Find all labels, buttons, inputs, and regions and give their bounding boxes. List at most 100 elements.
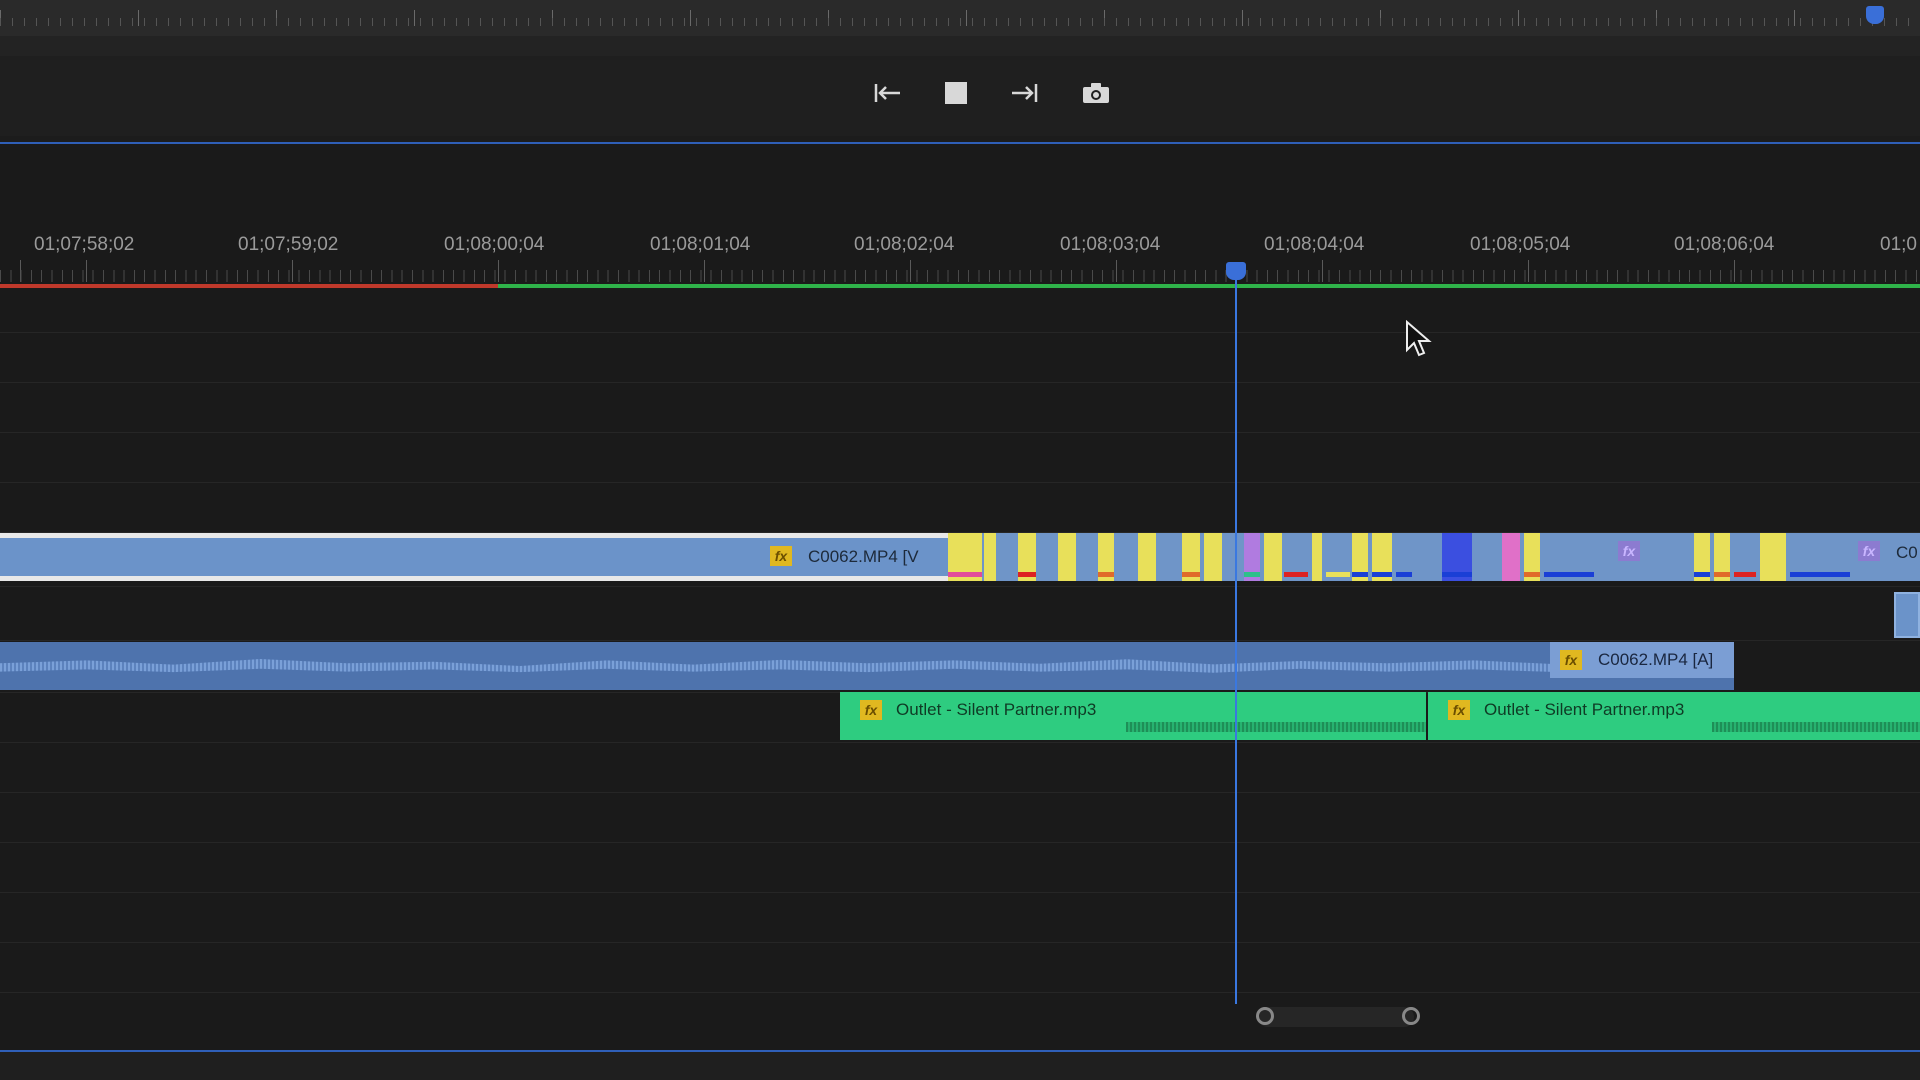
timecode-label: 01;07;58;02 bbox=[34, 234, 135, 255]
fx-badge: fx bbox=[1858, 541, 1880, 561]
timecode-label: 01;08;06;04 bbox=[1674, 234, 1775, 255]
clip-segment[interactable] bbox=[1058, 533, 1076, 581]
music-clip[interactable]: fx Outlet - Silent Partner.mp3 bbox=[840, 692, 1426, 740]
timecode-label: 01;07;59;02 bbox=[238, 234, 339, 255]
segment-marker bbox=[1396, 572, 1412, 577]
audio-clip-label: C0062.MP4 [A] bbox=[1598, 650, 1714, 669]
track-separator bbox=[0, 992, 1920, 993]
timecode-label: 01;08;02;04 bbox=[854, 234, 955, 255]
bottom-panel bbox=[0, 1052, 1920, 1080]
clip-segment[interactable] bbox=[1372, 533, 1392, 581]
clip-segment[interactable] bbox=[1396, 533, 1412, 581]
zoom-handle-left[interactable] bbox=[1256, 1007, 1274, 1025]
segment-marker bbox=[948, 572, 982, 577]
audio-waveform bbox=[1712, 722, 1920, 732]
clip-segment[interactable] bbox=[1352, 533, 1368, 581]
track-separator bbox=[0, 640, 1920, 641]
video-clip-label: C0 bbox=[1896, 543, 1918, 562]
fx-badge: fx bbox=[1448, 700, 1470, 720]
segment-marker bbox=[1442, 572, 1472, 577]
clip-segment[interactable] bbox=[1502, 533, 1520, 581]
camera-icon bbox=[1083, 83, 1109, 103]
timecode-label: 01;08;00;04 bbox=[444, 234, 545, 255]
go-to-in-icon bbox=[874, 84, 900, 102]
zoom-scrollbar[interactable] bbox=[1258, 1007, 1414, 1027]
clip-segment[interactable] bbox=[1442, 533, 1472, 581]
clip-segment[interactable] bbox=[1734, 533, 1756, 581]
playhead-handle[interactable] bbox=[1226, 262, 1246, 280]
segment-marker bbox=[1182, 572, 1200, 577]
go-to-out-icon bbox=[1012, 84, 1038, 102]
segment-marker bbox=[1694, 572, 1710, 577]
go-to-out-button[interactable] bbox=[1006, 78, 1042, 108]
clip-segment[interactable] bbox=[1694, 533, 1710, 581]
clip-segment[interactable] bbox=[1098, 533, 1114, 581]
clip-segment[interactable] bbox=[1326, 533, 1350, 581]
clip-segment[interactable] bbox=[1244, 533, 1260, 581]
clip-segment[interactable] bbox=[1790, 533, 1850, 581]
music-clip-label: Outlet - Silent Partner.mp3 bbox=[896, 700, 1097, 719]
track-separator bbox=[0, 586, 1920, 587]
zoom-handle-right[interactable] bbox=[1402, 1007, 1420, 1025]
music-clip[interactable]: fx Outlet - Silent Partner.mp3 bbox=[1428, 692, 1920, 740]
clip-segment[interactable] bbox=[1284, 533, 1308, 581]
audio-clip[interactable] bbox=[0, 642, 1734, 690]
stop-icon bbox=[945, 82, 967, 104]
track-separator bbox=[0, 942, 1920, 943]
clip-segment[interactable] bbox=[1312, 533, 1322, 581]
clip-segment[interactable] bbox=[1204, 533, 1222, 581]
stop-button[interactable] bbox=[938, 78, 974, 108]
timecode-label: 01;08;05;04 bbox=[1470, 234, 1571, 255]
track-separator bbox=[0, 432, 1920, 433]
track-separator bbox=[0, 842, 1920, 843]
clip-segment[interactable] bbox=[1714, 533, 1730, 581]
timecode-label: 01;08;03;04 bbox=[1060, 234, 1161, 255]
video-clip[interactable]: fx C0062.MP4 [V bbox=[0, 533, 948, 581]
mini-playhead-handle[interactable] bbox=[1866, 6, 1884, 24]
track-separator bbox=[0, 742, 1920, 743]
export-frame-button[interactable] bbox=[1078, 78, 1114, 108]
segment-marker bbox=[1326, 572, 1350, 577]
segment-marker bbox=[1244, 572, 1260, 577]
segment-marker bbox=[1544, 572, 1594, 577]
video-clip-label: C0062.MP4 [V bbox=[808, 547, 919, 566]
clip-segment[interactable] bbox=[1018, 533, 1036, 581]
fx-badge: fx bbox=[1560, 650, 1582, 670]
clip-segment[interactable] bbox=[1182, 533, 1200, 581]
timecode-label: 01;0 bbox=[1880, 234, 1917, 255]
mini-ruler-band bbox=[0, 36, 1920, 56]
segment-marker bbox=[1714, 572, 1730, 577]
clip-segment[interactable] bbox=[1138, 533, 1156, 581]
timeline-ruler[interactable] bbox=[0, 270, 1920, 282]
clip-segment[interactable] bbox=[1760, 533, 1786, 581]
fx-badge: fx bbox=[770, 546, 792, 566]
music-clip-label: Outlet - Silent Partner.mp3 bbox=[1484, 700, 1685, 719]
video-clip-segments[interactable]: fx fx C0 bbox=[948, 533, 1920, 581]
segment-marker bbox=[1284, 572, 1308, 577]
segment-marker bbox=[1352, 572, 1368, 577]
audio-clip-label-area[interactable]: fx C0062.MP4 [A] bbox=[1550, 642, 1734, 678]
mouse-cursor-icon bbox=[1406, 320, 1432, 357]
clip-segment[interactable] bbox=[1264, 533, 1282, 581]
clip-segment[interactable] bbox=[984, 533, 996, 581]
track-separator bbox=[0, 892, 1920, 893]
track-separator bbox=[0, 382, 1920, 383]
playhead-line[interactable] bbox=[1235, 262, 1237, 1004]
segment-marker bbox=[1098, 572, 1114, 577]
fx-badge: fx bbox=[860, 700, 882, 720]
segment-marker bbox=[1372, 572, 1392, 577]
fx-badge: fx bbox=[1618, 541, 1640, 561]
segment-marker bbox=[1734, 572, 1756, 577]
clip-segment[interactable] bbox=[1524, 533, 1540, 581]
render-bar-rendered bbox=[498, 284, 1920, 288]
video-clip-edge[interactable] bbox=[1894, 592, 1920, 638]
segment-marker bbox=[1790, 572, 1850, 577]
go-to-in-button[interactable] bbox=[870, 78, 906, 108]
track-separator bbox=[0, 482, 1920, 483]
mini-ruler-ticks bbox=[0, 18, 1920, 26]
mini-timeline-ruler[interactable] bbox=[0, 0, 1920, 36]
clip-segment[interactable] bbox=[1544, 533, 1594, 581]
clip-segment[interactable] bbox=[948, 533, 982, 581]
track-separator bbox=[0, 792, 1920, 793]
audio-waveform bbox=[1126, 722, 1426, 732]
